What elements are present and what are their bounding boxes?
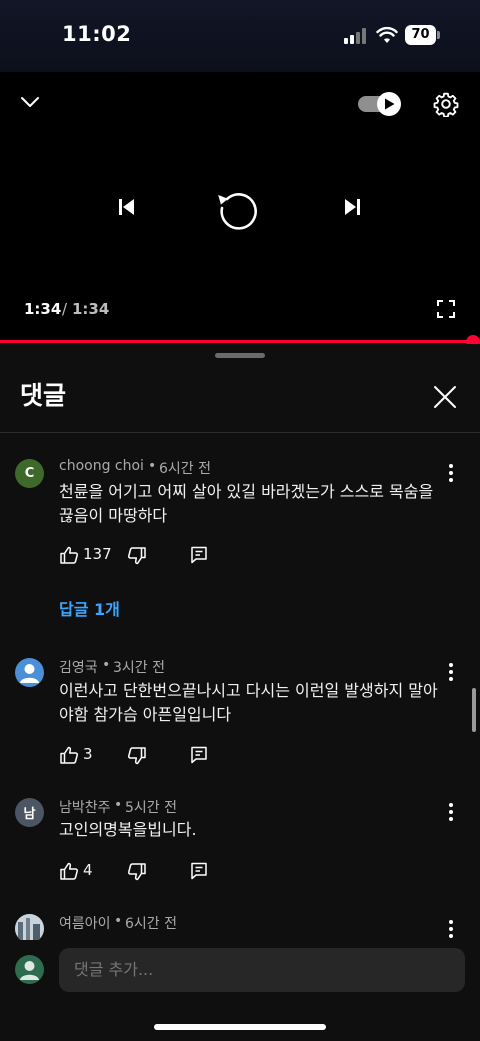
- like-thumbs-up-icon[interactable]: [59, 861, 79, 881]
- meta-separator: •: [114, 797, 123, 813]
- cellular-signal-icon: [344, 28, 368, 44]
- like-thumbs-up-icon[interactable]: [59, 745, 79, 765]
- comment-text: 천륜을 어기고 어찌 살아 있길 바라겠는가 스스로 목숨을 끊음이 마땅하다: [59, 482, 434, 525]
- next-track-icon[interactable]: [337, 192, 367, 222]
- close-icon[interactable]: [428, 380, 462, 414]
- more-options-icon[interactable]: [441, 917, 461, 941]
- replay-icon[interactable]: [216, 185, 262, 231]
- comment-avatar[interactable]: [15, 914, 44, 943]
- wifi-icon: [376, 26, 398, 43]
- current-time: 1:34: [24, 300, 62, 318]
- comment-timestamp: 5시간 전: [125, 800, 177, 816]
- status-time: 11:02: [62, 22, 132, 46]
- battery-nub: [437, 31, 440, 39]
- time-separator: /: [62, 300, 68, 318]
- add-comment-input[interactable]: [59, 948, 465, 992]
- dislike-thumbs-down-icon[interactable]: [127, 862, 147, 882]
- settings-gear-icon[interactable]: [431, 89, 461, 119]
- comment-text: 고인의명복을빕니다.: [59, 820, 197, 839]
- like-thumbs-up-icon[interactable]: [59, 545, 79, 565]
- previous-track-icon[interactable]: [112, 192, 142, 222]
- battery-indicator: 70: [405, 25, 436, 45]
- comment-avatar[interactable]: C: [15, 459, 44, 488]
- home-indicator: [154, 1024, 326, 1030]
- like-count: 3: [83, 745, 93, 763]
- comment-timestamp: 6시간 전: [159, 461, 211, 477]
- comment-author[interactable]: 여름아이: [59, 913, 111, 933]
- scrollbar[interactable]: [472, 688, 476, 732]
- more-options-icon[interactable]: [441, 461, 461, 485]
- comment-avatar[interactable]: 남: [15, 798, 44, 827]
- meta-separator: •: [148, 458, 157, 474]
- comment-author[interactable]: 남박찬주: [59, 797, 111, 817]
- user-avatar: [15, 955, 44, 984]
- dislike-thumbs-down-icon[interactable]: [127, 546, 147, 566]
- drag-handle[interactable]: [215, 353, 265, 358]
- comments-title: 댓글: [20, 381, 67, 410]
- dislike-thumbs-down-icon[interactable]: [127, 746, 147, 766]
- view-replies-link[interactable]: 답글 1개: [59, 596, 120, 620]
- like-count: 4: [83, 861, 93, 879]
- header-divider: [0, 432, 480, 433]
- like-count: 137: [83, 545, 112, 563]
- comment-text: 이런사고 단한번으끝나시고 다시는 이런일 발생하지 말아야함 참가슴 아픈일입…: [59, 681, 438, 724]
- progress-bar[interactable]: [0, 340, 473, 343]
- more-options-icon[interactable]: [441, 800, 461, 824]
- video-duration: 1:34: [72, 300, 110, 318]
- meta-separator: •: [102, 657, 111, 673]
- comment-author[interactable]: 김영국: [59, 657, 98, 677]
- comment-avatar[interactable]: [15, 658, 44, 687]
- more-options-icon[interactable]: [441, 660, 461, 684]
- comment-timestamp: 6시간 전: [125, 916, 177, 932]
- reply-comment-icon[interactable]: [189, 745, 209, 765]
- fullscreen-icon[interactable]: [434, 297, 458, 321]
- reply-comment-icon[interactable]: [189, 545, 209, 565]
- reply-comment-icon[interactable]: [189, 861, 209, 881]
- meta-separator: •: [114, 913, 123, 929]
- collapse-chevron-down-icon[interactable]: [16, 88, 44, 116]
- comment-timestamp: 3시간 전: [113, 660, 165, 676]
- autoplay-toggle[interactable]: [357, 90, 403, 118]
- comment-author[interactable]: choong choi: [59, 458, 144, 474]
